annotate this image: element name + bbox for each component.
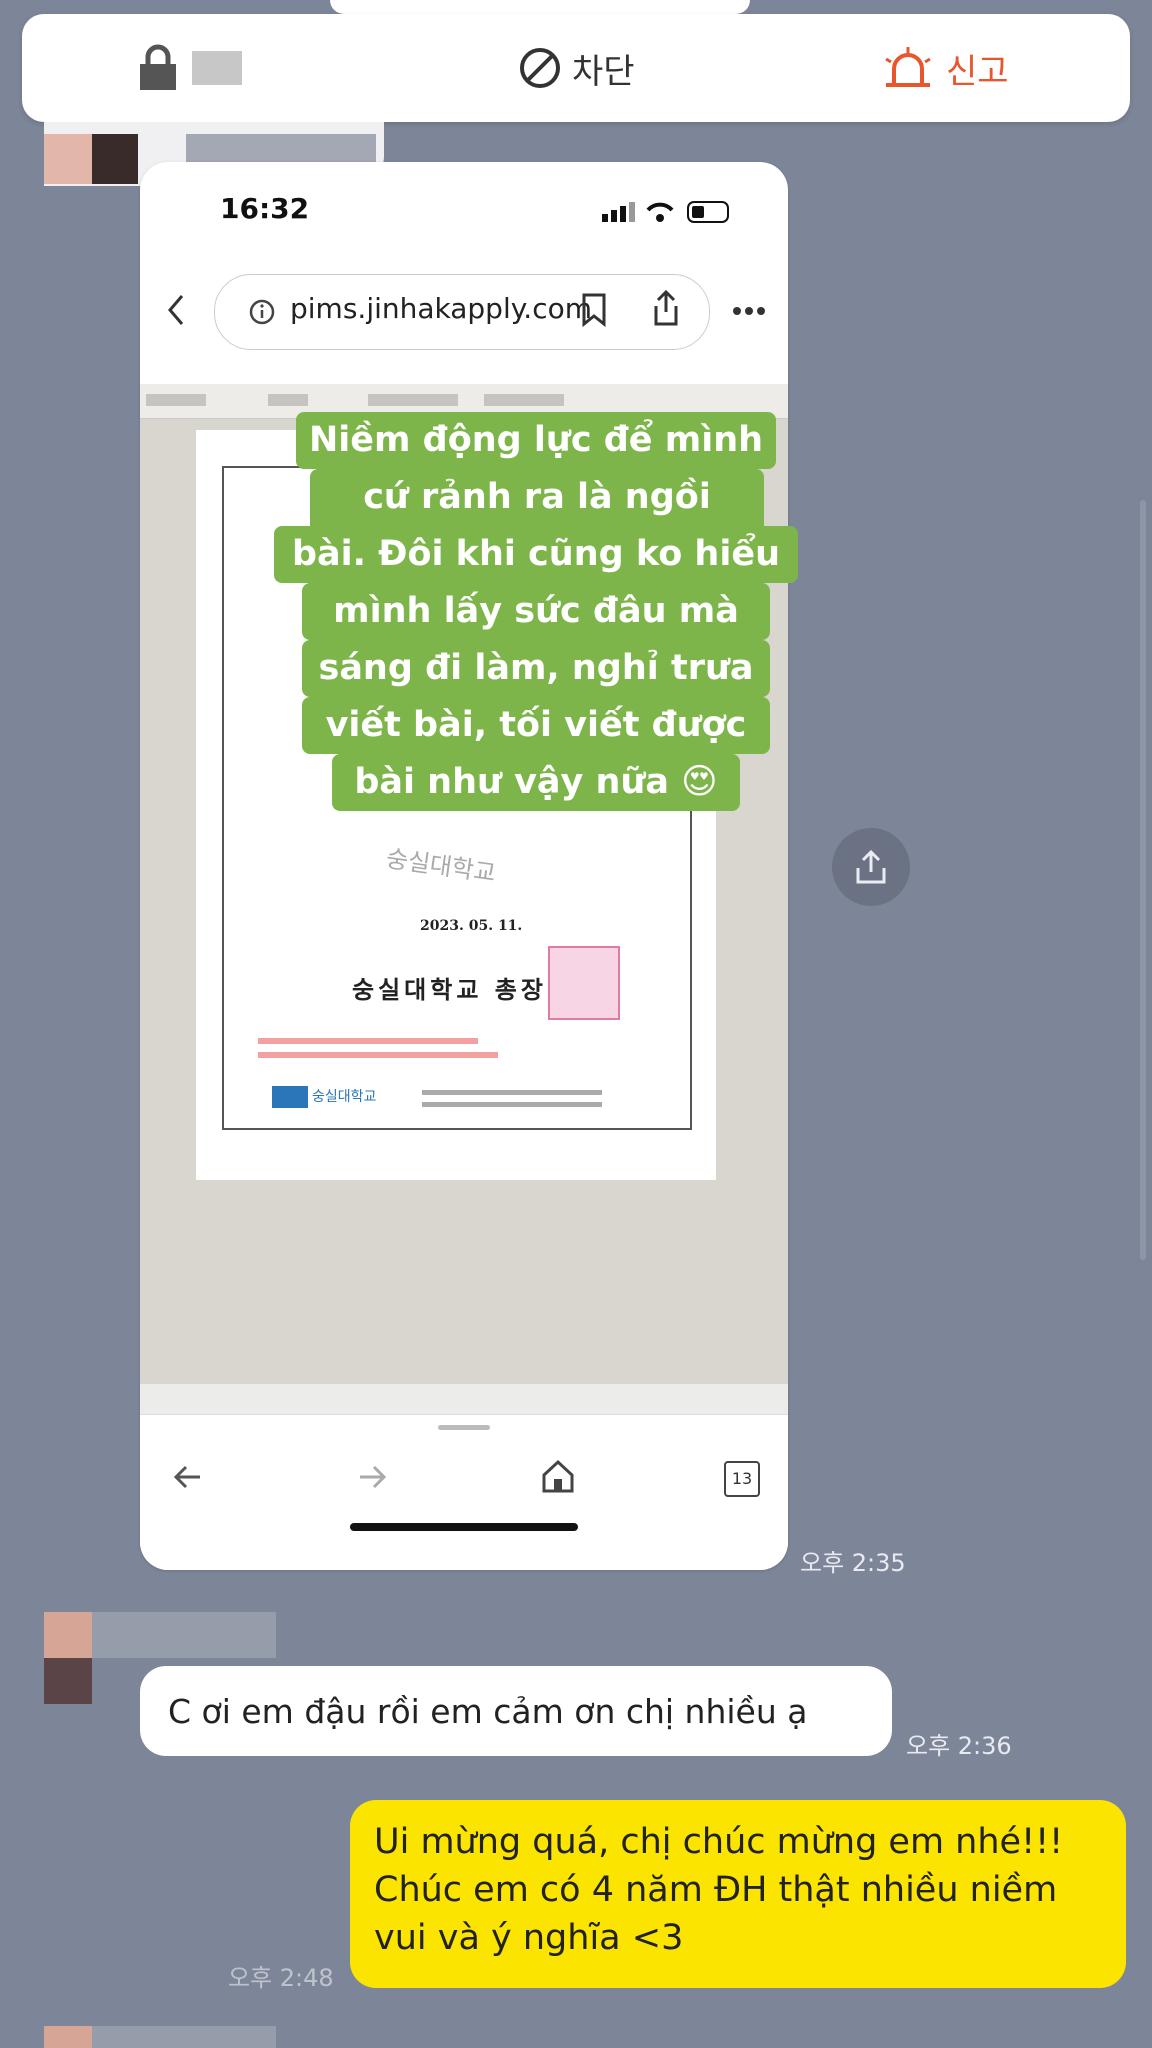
overlay-note-line-1: Niềm động lực để mình [296,412,776,469]
bookmark-icon[interactable] [580,292,608,328]
received-message-text: C ơi em đậu rồi em cảm ơn chị nhiều ạ [168,1691,808,1731]
share-icon [856,849,886,884]
overlay-note-line-4: mình lấy sức đâu mà [302,583,770,640]
avatar-blur-4 [44,2026,92,2048]
timestamp: 오후 2:35 [800,1549,906,1577]
share-button[interactable] [832,828,910,906]
home-indicator [350,1523,578,1531]
block-label: 차단 [572,51,635,92]
university-logo-icon [272,1086,308,1108]
sent-message-bubble[interactable]: Ui mừng quá, chị chúc mừng em nhé!!! Chú… [350,1800,1126,1988]
doc-signature: 숭실대학교 총장 [352,976,547,1004]
timestamp: 오후 2:48 [228,1964,334,1992]
official-seal [548,946,620,1020]
report-label: 신고 [946,51,1009,92]
url-text: pims.jinhakapply.com [290,292,593,325]
overlay-note-line-3: bài. Đôi khi cũng ko hiểu [274,526,798,583]
sent-message-line-2: Chúc em có 4 năm ĐH thật nhiều niềm [374,1870,1058,1910]
report-button[interactable]: 신고 [880,14,1009,122]
doc-date: 2023. 05. 11. [420,918,523,934]
name-blur-2 [92,1612,276,1658]
overlay-note-line-6: viết bài, tối viết được [302,697,770,754]
pdf-status-bar [140,1384,788,1414]
block-icon [520,48,560,88]
block-button[interactable]: 차단 [518,14,635,122]
browser-nav-bar: 13 [140,1414,788,1570]
overlay-note-line-5: sáng đi làm, nghỉ trưa [302,640,770,697]
sent-message-line-3: vui và ý nghĩa <3 [374,1918,684,1958]
avatar-blur-2 [44,1612,92,1658]
more-icon[interactable] [732,306,766,316]
image-message[interactable]: 16:32 pims.jinhakapply.com 숭실대학교 2023. 0… [140,162,788,1570]
tabs-icon[interactable]: 13 [724,1461,760,1497]
back-icon[interactable] [170,1459,206,1495]
avatar-blur [44,134,92,184]
status-time: 16:32 [220,192,310,225]
back-chevron-icon[interactable] [164,290,188,330]
add-friend-button[interactable] [134,14,242,122]
add-label-blurred [192,51,242,85]
avatar-blur-dark [92,134,138,184]
university-logo-text: 숭실대학교 [312,1089,377,1105]
chat-action-bar: 차단 신고 [22,14,1130,122]
sent-message-line-1: Ui mừng quá, chị chúc mừng em nhé!!! [374,1822,1064,1862]
forward-icon[interactable] [354,1459,390,1495]
timestamp: 오후 2:36 [906,1732,1012,1760]
name-blur-4 [92,2026,276,2048]
status-icons [602,201,729,223]
home-icon[interactable] [540,1457,576,1495]
share-page-icon[interactable] [650,288,682,328]
lock-icon [140,44,176,90]
received-message-bubble[interactable]: C ơi em đậu rồi em cảm ơn chị nhiều ạ [140,1666,892,1756]
scrollbar[interactable] [1140,500,1146,1260]
info-icon [249,299,275,325]
overlay-note-line-7: bài như vậy nữa 😍 [332,754,740,811]
avatar-blur-3 [44,1658,92,1704]
siren-icon [885,47,931,87]
